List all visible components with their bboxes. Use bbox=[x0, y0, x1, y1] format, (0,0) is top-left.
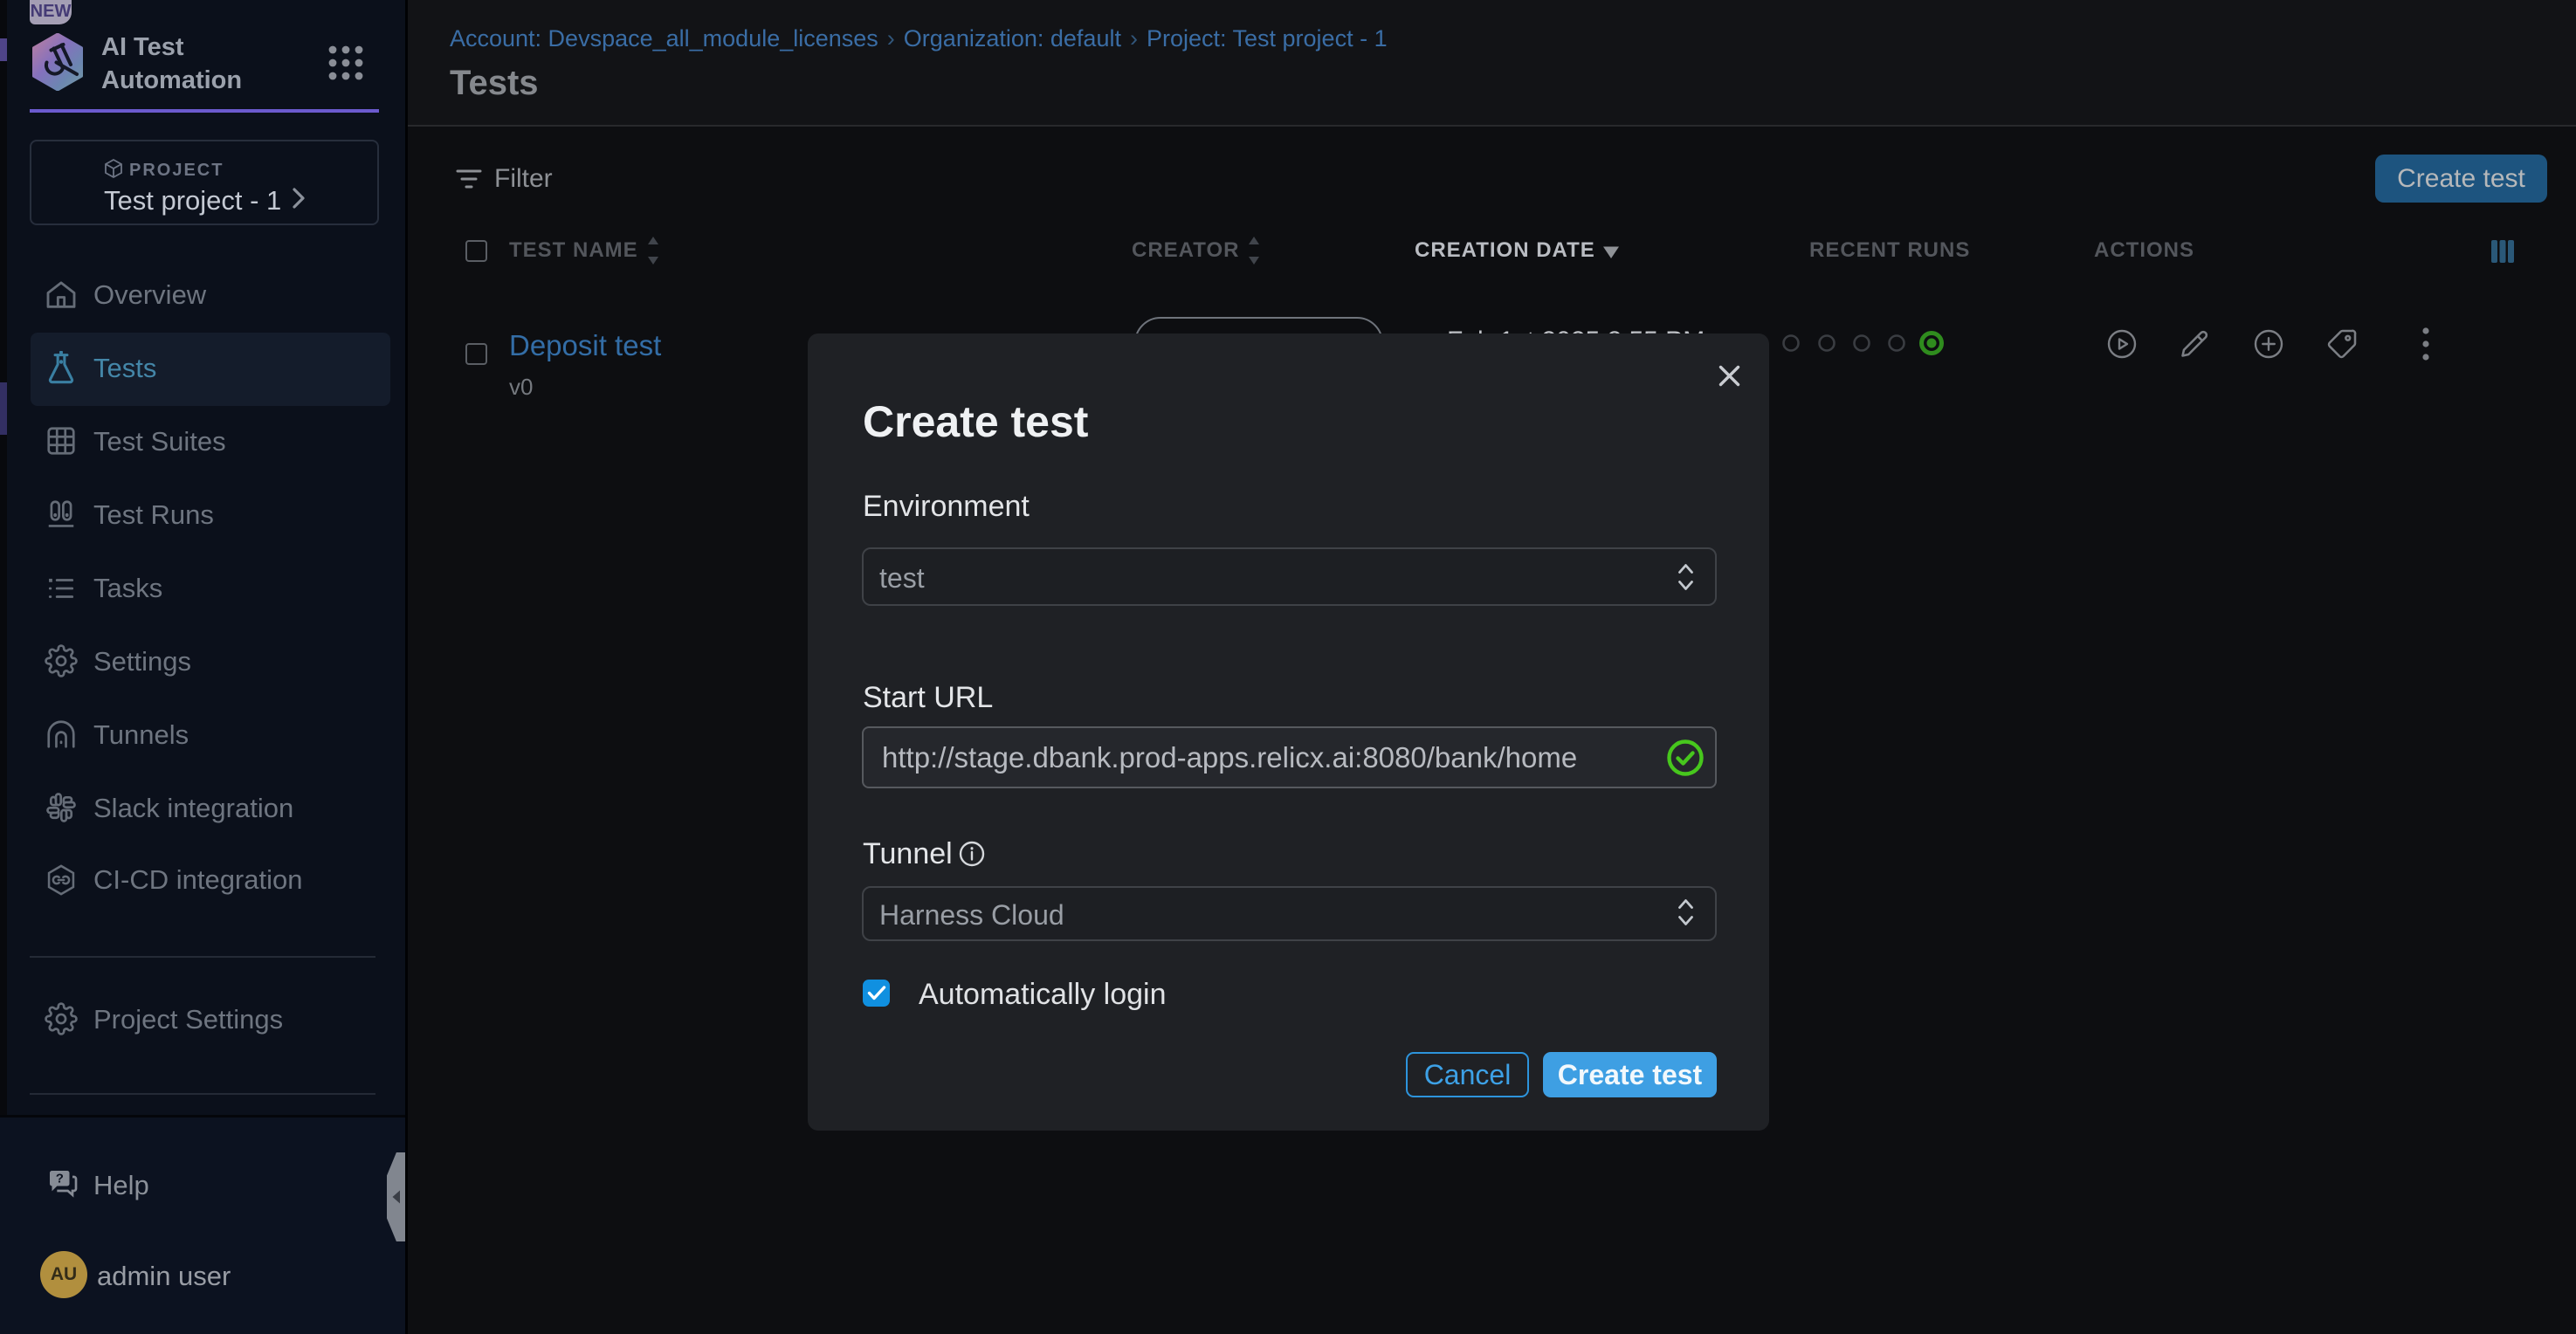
svg-text:?: ? bbox=[56, 1172, 64, 1186]
